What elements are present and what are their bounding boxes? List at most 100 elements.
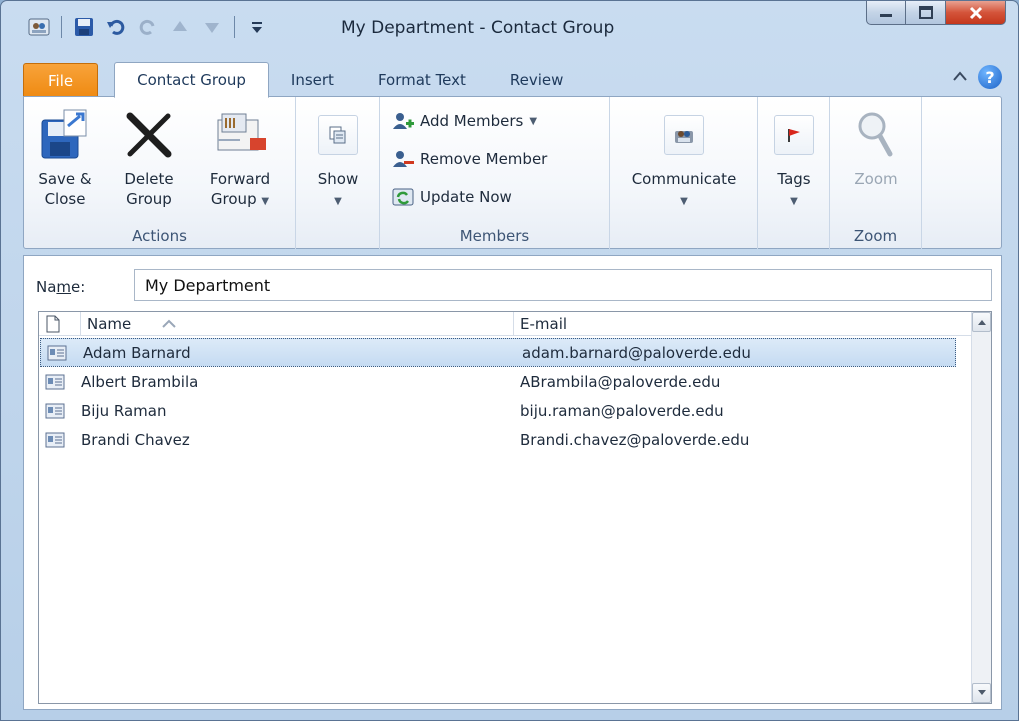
add-members-button[interactable]: Add Members ▼	[392, 111, 537, 131]
remove-member-button[interactable]: Remove Member	[392, 149, 547, 169]
tab-format-text[interactable]: Format Text	[356, 63, 488, 97]
name-label-accesskey: m	[56, 278, 72, 296]
minimize-ribbon-icon[interactable]	[952, 68, 968, 86]
communicate-button[interactable]: Communicate ▼	[618, 105, 750, 212]
tags-label: Tags	[777, 170, 811, 188]
minimize-button[interactable]	[866, 1, 906, 25]
tab-review[interactable]: Review	[488, 63, 586, 97]
quick-access-toolbar	[27, 15, 269, 39]
zoom-label: Zoom	[854, 170, 898, 188]
column-email-label: E-mail	[520, 314, 568, 333]
title-bar: My Department - Contact Group	[1, 1, 1018, 49]
member-email: adam.barnard@paloverde.edu	[522, 343, 751, 362]
contact-group-window: My Department - Contact Group File Conta…	[0, 0, 1019, 721]
members-rows: Adam Barnard adam.barnard@paloverde.edu …	[39, 338, 957, 454]
member-row[interactable]: Biju Raman biju.raman@paloverde.edu	[39, 396, 957, 425]
forward-group-button[interactable]: Forward Group ▼	[192, 105, 288, 212]
delete-group-button[interactable]: Delete Group	[110, 105, 188, 209]
actions-group-label: Actions	[132, 227, 187, 245]
forward-group-label-2-wrap: Group ▼	[192, 189, 288, 212]
delete-group-label-2: Group	[126, 190, 172, 208]
group-name-input[interactable]	[134, 269, 992, 301]
save-close-button[interactable]: Save & Close	[30, 105, 100, 209]
members-list: Name E-mail Adam Barnard adam.barnard@pa…	[38, 311, 992, 704]
close-icon	[969, 6, 982, 19]
chevron-down-icon: ▼	[680, 196, 688, 207]
customize-toolbar-icon[interactable]	[245, 15, 269, 39]
tab-contact-group[interactable]: Contact Group	[114, 62, 269, 98]
chevron-down-icon: ▼	[529, 115, 538, 127]
sort-ascending-icon	[162, 319, 176, 328]
tags-group: Tags ▼	[758, 97, 830, 249]
show-label: Show	[317, 170, 359, 188]
column-name-label: Name	[87, 314, 132, 333]
scroll-down-button[interactable]	[972, 683, 991, 703]
vertical-scrollbar[interactable]	[971, 312, 991, 703]
save-close-icon	[41, 109, 87, 159]
toolbar-separator	[61, 16, 62, 38]
save-icon[interactable]	[72, 15, 96, 39]
actions-group: Save & Close Delete Group Forward Group …	[24, 97, 296, 249]
member-name: Brandi Chavez	[81, 430, 190, 449]
delete-group-label-1: Delete	[124, 170, 174, 188]
add-members-icon	[393, 113, 414, 129]
tab-insert[interactable]: Insert	[269, 63, 356, 97]
zoom-button[interactable]: Zoom	[844, 105, 908, 189]
add-members-label: Add Members	[420, 112, 524, 130]
tab-file[interactable]: File	[23, 63, 99, 97]
show-button[interactable]: Show ▼	[310, 105, 366, 212]
member-row[interactable]: Brandi Chavez Brandi.chavez@paloverde.ed…	[39, 425, 957, 454]
contact-card-icon	[39, 432, 81, 448]
members-group-label: Members	[459, 227, 530, 245]
redo-icon[interactable]	[136, 15, 160, 39]
contact-group-form: Name: Name E-mail Adam Barnard	[23, 255, 1002, 710]
scroll-down-icon	[977, 690, 986, 695]
ribbon-tabs: File Contact Group Insert Format Text Re…	[23, 61, 586, 98]
communicate-label: Communicate	[631, 170, 737, 188]
contact-card-icon	[39, 374, 81, 390]
scroll-up-icon	[977, 320, 986, 325]
name-field-label: Name:	[36, 278, 85, 296]
maximize-icon	[918, 5, 933, 19]
close-button[interactable]	[946, 1, 1006, 25]
column-email-header[interactable]: E-mail	[514, 312, 567, 335]
communicate-icon	[664, 115, 704, 155]
name-label-text-1: Na	[36, 278, 57, 296]
tags-button[interactable]: Tags ▼	[766, 105, 822, 212]
column-name-header[interactable]: Name	[81, 312, 514, 335]
document-icon	[46, 315, 60, 332]
member-email: ABrambila@paloverde.edu	[520, 372, 721, 391]
zoom-group: Zoom Zoom	[830, 97, 922, 249]
next-item-icon[interactable]	[200, 15, 224, 39]
toolbar-separator	[234, 16, 235, 38]
forward-group-icon	[217, 113, 266, 151]
delete-icon	[126, 112, 172, 158]
show-group: Show ▼	[296, 97, 380, 249]
member-name: Albert Brambila	[81, 372, 199, 391]
contact-group-app-icon[interactable]	[27, 15, 51, 39]
members-group: Add Members ▼ Remove Member Update Now M…	[380, 97, 610, 249]
undo-icon[interactable]	[104, 15, 128, 39]
member-row[interactable]: Albert Brambila ABrambila@paloverde.edu	[39, 367, 957, 396]
forward-group-label-2: Group	[210, 190, 257, 208]
name-label-text-2: e:	[71, 278, 86, 296]
update-now-icon	[392, 188, 414, 206]
column-icon-header[interactable]	[39, 312, 81, 335]
maximize-button[interactable]	[906, 1, 946, 25]
contact-card-icon	[39, 403, 81, 419]
remove-member-label: Remove Member	[420, 150, 548, 168]
member-name: Adam Barnard	[83, 343, 191, 362]
remove-member-icon	[393, 151, 414, 167]
forward-group-label-1: Forward	[209, 170, 271, 188]
magnifier-icon	[858, 112, 893, 157]
save-close-label-1: Save &	[38, 170, 92, 188]
member-name: Biju Raman	[81, 401, 167, 420]
members-list-header: Name E-mail	[39, 312, 973, 336]
member-row[interactable]: Adam Barnard adam.barnard@paloverde.edu	[40, 338, 956, 367]
update-now-button[interactable]: Update Now	[392, 187, 512, 207]
member-email: Brandi.chavez@paloverde.edu	[520, 430, 750, 449]
help-icon[interactable]: ?	[978, 65, 1002, 89]
save-close-label-2: Close	[44, 190, 86, 208]
scroll-up-button[interactable]	[972, 312, 991, 332]
previous-item-icon[interactable]	[168, 15, 192, 39]
